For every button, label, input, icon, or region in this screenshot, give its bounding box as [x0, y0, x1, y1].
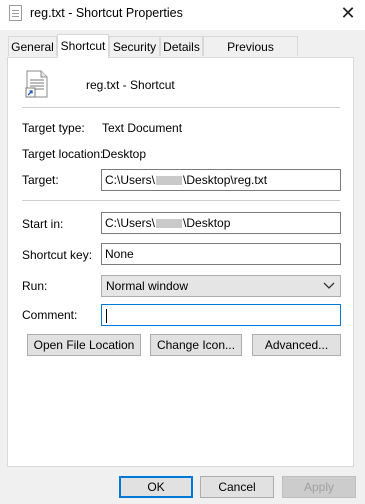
- shortcut-key-field[interactable]: None: [101, 243, 341, 265]
- ok-button[interactable]: OK: [119, 476, 193, 498]
- divider: [22, 200, 340, 201]
- divider: [22, 107, 340, 108]
- text-file-icon: [9, 5, 22, 21]
- tab-shortcut[interactable]: Shortcut: [57, 34, 109, 58]
- tab-general[interactable]: General: [8, 36, 57, 56]
- start-in-field[interactable]: C:\Users\ \Desktop: [101, 212, 341, 234]
- target-location-value: Desktop: [102, 147, 147, 161]
- redacted-username: [156, 176, 183, 186]
- target-field[interactable]: C:\Users\ \Desktop\reg.txt: [101, 169, 341, 191]
- advanced-button[interactable]: Advanced...: [252, 334, 341, 356]
- run-dropdown[interactable]: Normal window: [101, 275, 341, 297]
- tab-previous-versions[interactable]: Previous Versions: [203, 36, 298, 74]
- run-label: Run:: [22, 279, 48, 293]
- shortcut-name: reg.txt - Shortcut: [86, 78, 175, 92]
- text-file-shortcut-icon: [25, 70, 48, 98]
- open-file-location-button[interactable]: Open File Location: [27, 334, 141, 356]
- tab-details[interactable]: Details: [160, 36, 203, 56]
- apply-button[interactable]: Apply: [282, 476, 356, 498]
- comment-label: Comment:: [22, 308, 78, 322]
- redacted-username: [156, 219, 183, 229]
- shortcut-key-label: Shortcut key:: [22, 248, 93, 262]
- tab-security[interactable]: Security: [109, 36, 160, 56]
- change-icon-button[interactable]: Change Icon...: [150, 334, 242, 356]
- target-location-label: Target location:: [22, 147, 104, 161]
- target-path-suffix: \Desktop\reg.txt: [183, 173, 268, 187]
- start-in-path-prefix: C:\Users\: [105, 216, 156, 230]
- comment-field[interactable]: [101, 304, 341, 326]
- target-path-prefix: C:\Users\: [105, 173, 156, 187]
- text-caret: [106, 308, 107, 323]
- window-title: reg.txt - Shortcut Properties: [30, 6, 183, 20]
- close-icon[interactable]: ✕: [338, 2, 358, 24]
- run-selected-value: Normal window: [106, 279, 189, 293]
- cancel-button[interactable]: Cancel: [200, 476, 274, 498]
- target-type-label: Target type:: [22, 121, 85, 135]
- target-label: Target:: [22, 173, 59, 187]
- start-in-label: Start in:: [22, 217, 64, 231]
- target-type-value: Text Document: [102, 121, 183, 135]
- start-in-path-suffix: \Desktop: [183, 216, 231, 230]
- chevron-down-icon: [323, 282, 335, 289]
